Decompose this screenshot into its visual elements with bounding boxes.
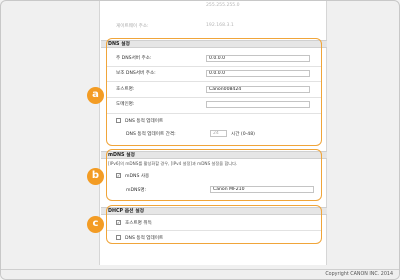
gateway-value: 192.168.3.1 (206, 23, 234, 28)
callout-marker-c: c (87, 216, 104, 233)
dns-section-callout (106, 38, 322, 146)
mdns-section-callout (106, 149, 322, 201)
footer-bar: Copyright CANON INC. 2014 (1, 269, 399, 279)
subnet-mask-value: 255.255.255.0 (206, 3, 240, 8)
gateway-label: 게이트웨이 주소: (116, 24, 149, 29)
callout-marker-b: b (87, 168, 104, 185)
callout-marker-a: a (87, 87, 104, 104)
copyright-text: Copyright CANON INC. 2014 (325, 272, 393, 277)
screenshot-frame: 255.255.255.0 게이트웨이 주소: 192.168.3.1 DNS … (0, 0, 400, 280)
dhcp-section-callout (106, 205, 322, 244)
